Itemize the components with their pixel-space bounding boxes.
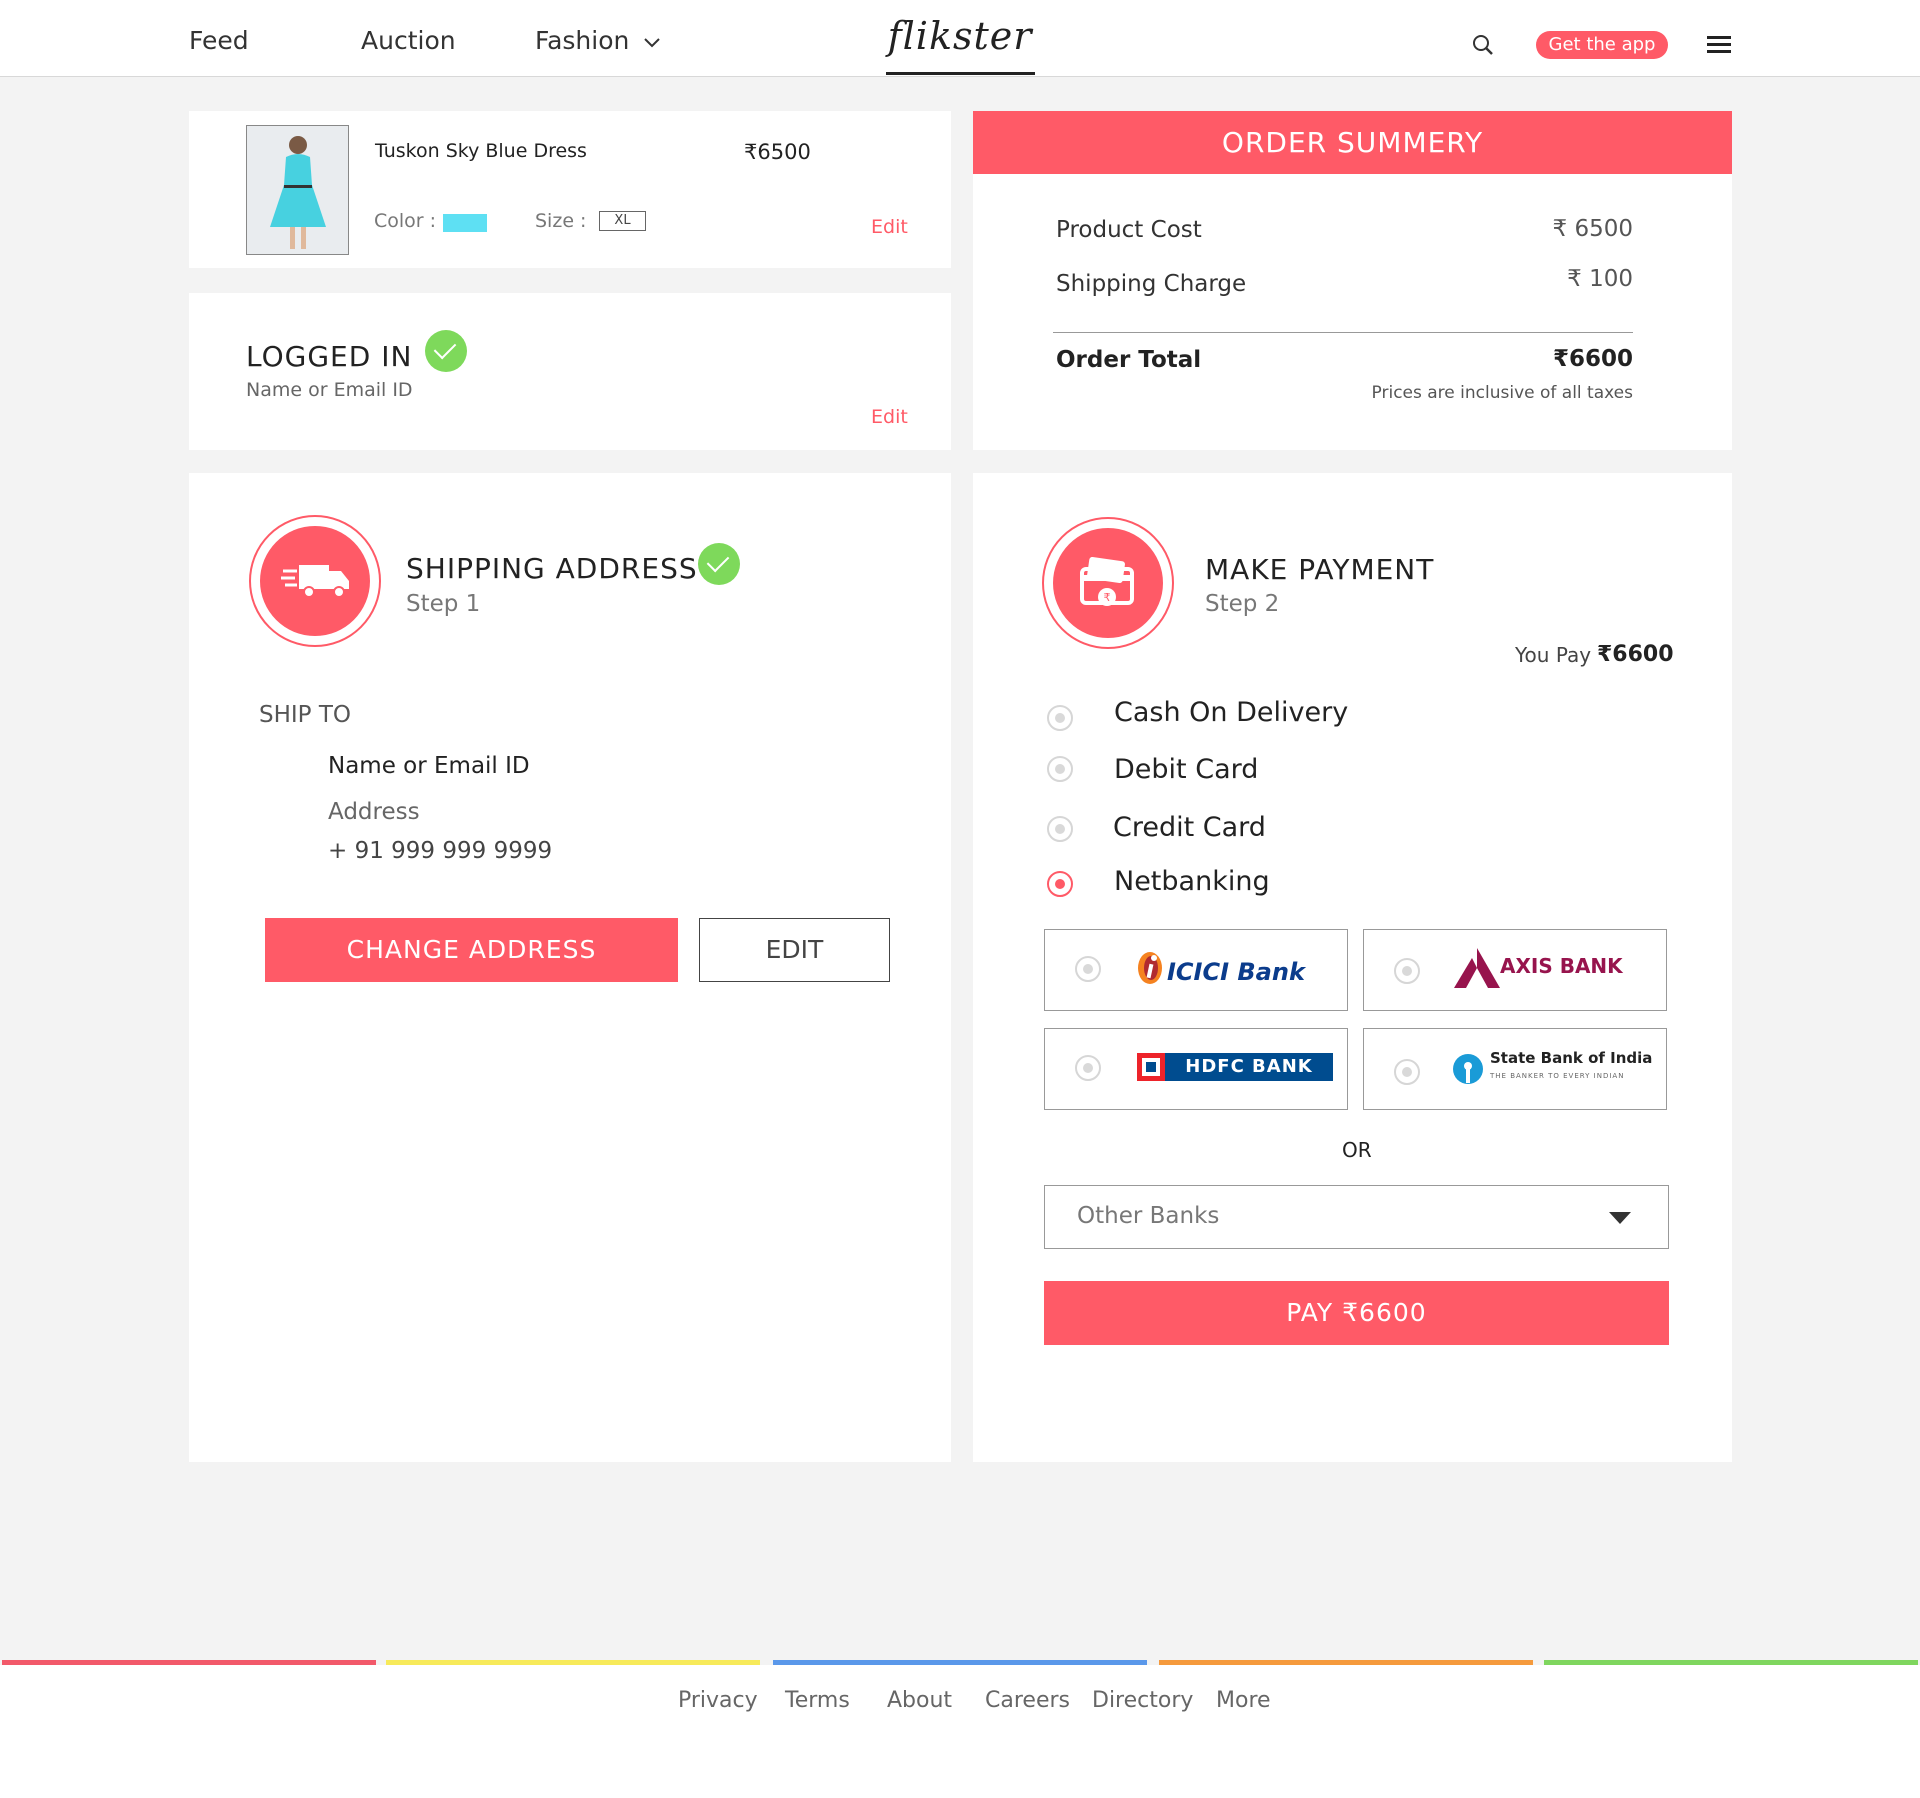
axis-bank-label: AXIS BANK — [1500, 954, 1623, 978]
hdfc-bank-label: HDFC BANK — [1165, 1053, 1333, 1081]
you-pay-label: You Pay — [1515, 643, 1592, 667]
footer-bar-yellow — [386, 1660, 760, 1665]
footer-link-careers[interactable]: Careers — [985, 1688, 1070, 1713]
size-label: Size : — [535, 210, 587, 232]
footer-bar-orange — [1159, 1660, 1533, 1665]
login-subtitle: Name or Email ID — [246, 379, 413, 401]
summary-divider — [1053, 332, 1633, 333]
footer — [0, 1665, 1920, 1798]
shipping-step-label: Step 1 — [406, 591, 481, 617]
hdfc-logo-icon — [1137, 1053, 1165, 1081]
ship-to-phone: + 91 999 999 9999 — [328, 838, 553, 864]
radio-icici[interactable] — [1075, 956, 1101, 982]
color-swatch — [443, 214, 487, 232]
dropdown-arrow-icon — [1609, 1212, 1631, 1224]
radio-sbi[interactable] — [1394, 1059, 1420, 1085]
color-label: Color : — [374, 210, 437, 232]
bank-option-hdfc[interactable]: HDFC BANK — [1044, 1028, 1348, 1110]
nav-fashion-label: Fashion — [535, 26, 630, 55]
footer-bar-green — [1544, 1660, 1918, 1665]
product-cost-value: ₹ 6500 — [1552, 216, 1633, 242]
check-icon — [425, 330, 467, 372]
product-cost-label: Product Cost — [1056, 217, 1202, 243]
logo-underline — [886, 72, 1035, 75]
ship-to-label: SHIP TO — [259, 702, 352, 728]
flikster-logo[interactable]: flikster — [880, 14, 1040, 58]
payment-icon: ₹ — [1080, 557, 1134, 606]
nav-auction[interactable]: Auction — [361, 26, 456, 55]
change-address-button[interactable]: CHANGE ADDRESS — [265, 918, 678, 982]
footer-bar-blue — [773, 1660, 1147, 1665]
shipping-charge-value: ₹ 100 — [1567, 266, 1633, 292]
radio-axis[interactable] — [1394, 958, 1420, 984]
other-banks-select[interactable]: Other Banks — [1044, 1185, 1669, 1249]
edit-address-button[interactable]: EDIT — [699, 918, 890, 982]
chevron-down-icon — [644, 38, 661, 48]
bank-option-sbi[interactable]: State Bank of India THE BANKER TO EVERY … — [1363, 1028, 1667, 1110]
sbi-tagline: THE BANKER TO EVERY INDIAN — [1490, 1072, 1625, 1080]
size-value: XL — [599, 211, 646, 231]
get-app-button[interactable]: Get the app — [1536, 31, 1668, 59]
option-credit-card[interactable]: Credit Card — [1113, 812, 1266, 843]
footer-bar-red — [2, 1660, 376, 1665]
payment-step-label: Step 2 — [1205, 591, 1280, 617]
svg-text:₹: ₹ — [1104, 591, 1111, 604]
tax-note: Prices are inclusive of all taxes — [1371, 383, 1633, 403]
order-total-label: Order Total — [1056, 347, 1202, 373]
shipping-title: SHIPPING ADDRESS — [406, 552, 698, 585]
axis-logo-icon — [1454, 948, 1500, 988]
bank-option-icici[interactable]: ICICI Bank — [1044, 929, 1348, 1011]
ship-to-address: Address — [328, 799, 420, 825]
you-pay-value: ₹6600 — [1597, 642, 1674, 667]
product-edit-link[interactable]: Edit — [871, 216, 908, 238]
or-separator: OR — [1342, 1138, 1372, 1162]
icici-bank-label: ICICI Bank — [1167, 958, 1305, 986]
footer-link-about[interactable]: About — [887, 1688, 952, 1713]
order-summary-header: ORDER SUMMERY — [973, 111, 1732, 174]
shipping-step-badge — [249, 515, 381, 647]
footer-link-more[interactable]: More — [1216, 1688, 1271, 1713]
product-image[interactable] — [246, 125, 349, 255]
option-cash-on-delivery[interactable]: Cash On Delivery — [1114, 697, 1348, 728]
check-icon — [698, 543, 740, 585]
radio-netbanking[interactable] — [1047, 871, 1073, 897]
radio-debit-card[interactable] — [1047, 756, 1073, 782]
radio-hdfc[interactable] — [1075, 1055, 1101, 1081]
sbi-logo-icon — [1453, 1054, 1483, 1084]
sbi-bank-label: State Bank of India — [1490, 1049, 1653, 1067]
radio-credit-card[interactable] — [1047, 816, 1073, 842]
payment-step-badge: ₹ — [1042, 517, 1174, 649]
nav-fashion[interactable]: Fashion — [535, 26, 661, 55]
search-icon[interactable] — [1472, 34, 1494, 56]
other-banks-value: Other Banks — [1077, 1203, 1220, 1229]
footer-link-terms[interactable]: Terms — [785, 1688, 850, 1713]
shipping-charge-label: Shipping Charge — [1056, 271, 1247, 297]
footer-link-privacy[interactable]: Privacy — [678, 1688, 758, 1713]
icici-logo-icon — [1138, 952, 1162, 984]
pay-button[interactable]: PAY ₹6600 — [1044, 1281, 1669, 1345]
truck-icon — [281, 565, 349, 598]
menu-icon[interactable] — [1707, 36, 1731, 57]
nav-feed[interactable]: Feed — [189, 26, 249, 55]
payment-title: MAKE PAYMENT — [1205, 553, 1435, 586]
logged-in-title: LOGGED IN — [246, 340, 413, 373]
footer-link-directory[interactable]: Directory — [1092, 1688, 1193, 1713]
login-edit-link[interactable]: Edit — [871, 406, 908, 428]
option-netbanking[interactable]: Netbanking — [1114, 866, 1270, 897]
radio-cash-on-delivery[interactable] — [1047, 705, 1073, 731]
order-total-value: ₹6600 — [1552, 346, 1633, 372]
product-price: ₹6500 — [744, 140, 811, 164]
bank-option-axis[interactable]: AXIS BANK — [1363, 929, 1667, 1011]
option-debit-card[interactable]: Debit Card — [1114, 754, 1258, 785]
ship-to-name: Name or Email ID — [328, 753, 530, 779]
product-name[interactable]: Tuskon Sky Blue Dress — [375, 140, 587, 162]
